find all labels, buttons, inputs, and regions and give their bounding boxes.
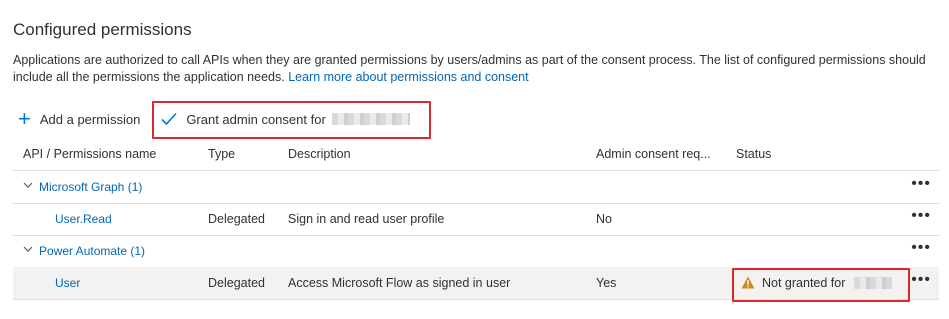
highlight-box-grant	[152, 101, 431, 139]
group-row-power-automate[interactable]: Power Automate (1) •••	[13, 235, 939, 268]
col-header-description: Description	[288, 147, 351, 161]
permission-name-link[interactable]: User.Read	[55, 212, 112, 226]
table-header: API / Permissions name Type Description …	[13, 138, 939, 171]
group-row-microsoft-graph[interactable]: Microsoft Graph (1) •••	[13, 171, 939, 204]
add-permission-button[interactable]: + Add a permission	[18, 106, 154, 131]
more-options-icon[interactable]: •••	[911, 239, 931, 257]
more-options-icon[interactable]: •••	[911, 271, 931, 289]
group-label[interactable]: Microsoft Graph (1)	[39, 180, 142, 194]
permission-type: Delegated	[208, 212, 265, 226]
permission-description: Access Microsoft Flow as signed in user	[288, 276, 511, 290]
chevron-down-icon[interactable]	[23, 180, 33, 190]
col-header-api: API / Permissions name	[23, 147, 157, 161]
add-permission-label: Add a permission	[39, 111, 141, 127]
highlight-box-status	[732, 268, 910, 302]
group-label[interactable]: Power Automate (1)	[39, 244, 145, 258]
permission-name-link[interactable]: User	[55, 276, 80, 290]
permission-type: Delegated	[208, 276, 265, 290]
col-header-admin-consent: Admin consent req...	[596, 147, 711, 161]
permission-description: Sign in and read user profile	[288, 212, 445, 226]
table-row: User.Read Delegated Sign in and read use…	[13, 203, 939, 236]
more-options-icon[interactable]: •••	[911, 175, 931, 193]
col-header-type: Type	[208, 147, 236, 161]
section-description: Applications are authorized to call APIs…	[13, 52, 938, 86]
chevron-down-icon[interactable]	[23, 244, 33, 254]
col-header-status: Status	[736, 147, 772, 161]
plus-icon: +	[18, 106, 31, 131]
admin-consent-required: Yes	[596, 276, 617, 290]
more-options-icon[interactable]: •••	[911, 207, 931, 225]
learn-more-link[interactable]: Learn more about permissions and consent	[288, 70, 528, 84]
admin-consent-required: No	[596, 212, 612, 226]
section-title: Configured permissions	[13, 20, 192, 39]
